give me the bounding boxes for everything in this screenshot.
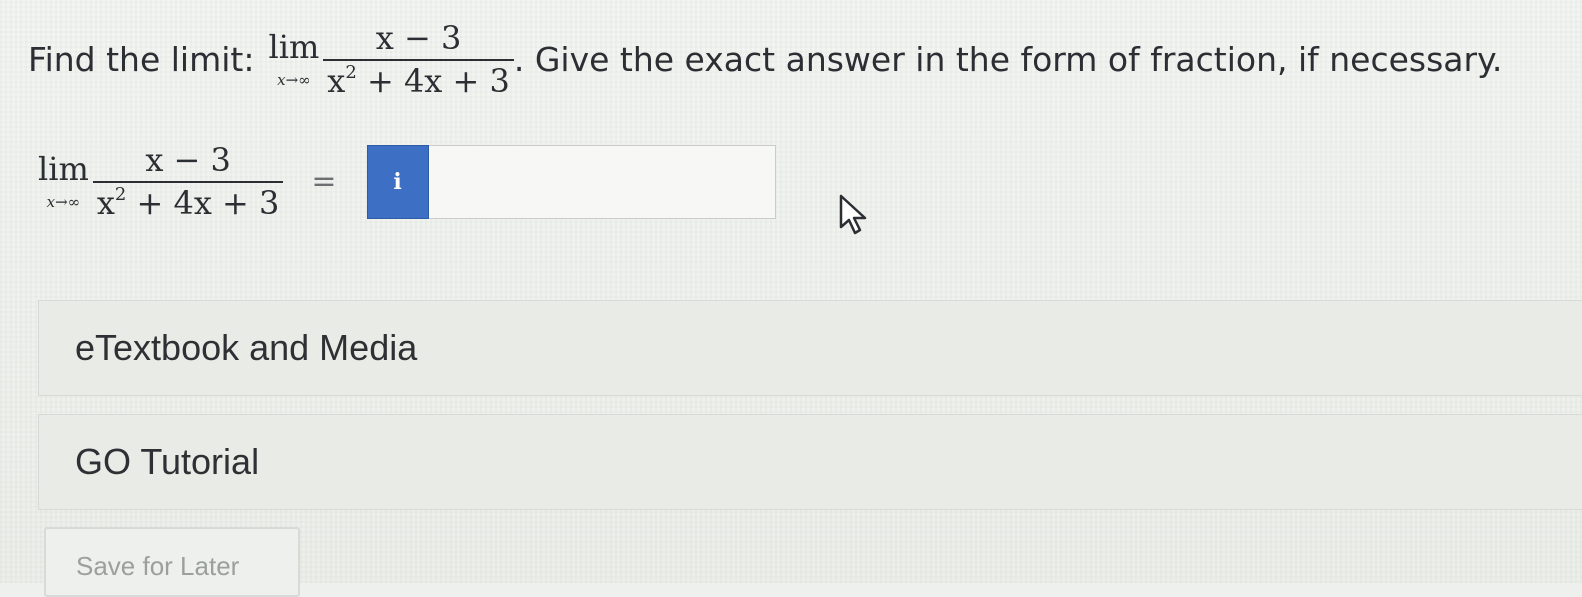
etextbook-media-label: eTextbook and Media — [75, 327, 418, 368]
lim-operator: lim x→∞ — [268, 31, 319, 88]
question-limit-expression: lim x→∞ x − 3 x2 + 4x + 3 — [268, 20, 514, 100]
denominator-base: x — [96, 183, 115, 222]
fraction-bar — [92, 180, 284, 183]
lim-subscript: x→∞ — [46, 193, 81, 212]
fraction: x − 3 x2 + 4x + 3 — [323, 20, 514, 100]
answer-input[interactable] — [428, 144, 776, 219]
info-button[interactable]: i — [366, 144, 429, 219]
etextbook-media-panel[interactable]: eTextbook and Media — [38, 300, 1582, 396]
fraction-numerator: x − 3 — [375, 19, 462, 57]
lim-operator: lim x→∞ — [38, 153, 89, 210]
go-tutorial-panel[interactable]: GO Tutorial — [38, 414, 1582, 510]
info-icon: i — [393, 168, 402, 195]
save-for-later-label: Save for Later — [76, 551, 240, 581]
lim-subscript: x→∞ — [277, 71, 311, 90]
fraction: x − 3 x2 + 4x + 3 — [92, 141, 284, 222]
denominator-rest: + 4x + 3 — [126, 183, 280, 222]
denominator-exponent: 2 — [345, 61, 357, 83]
lim-word: lim — [268, 28, 320, 67]
fraction-denominator: x2 + 4x + 3 — [93, 183, 284, 222]
question-suffix: . Give the exact answer in the form of f… — [513, 40, 1503, 80]
question-prefix: Find the limit: — [28, 40, 255, 80]
answer-input-group: i — [366, 144, 776, 219]
answer-row: lim x→∞ x − 3 x2 + 4x + 3 = i — [38, 142, 776, 222]
fraction-numerator: x − 3 — [145, 141, 231, 179]
denominator-exponent: 2 — [114, 183, 127, 205]
question-prompt: Find the limit: lim x→∞ x − 3 x2 + 4x + … — [28, 20, 1502, 100]
denominator-base: x — [327, 61, 346, 100]
equals-sign: = — [311, 164, 337, 200]
lim-word: lim — [38, 150, 89, 189]
denominator-rest: + 4x + 3 — [356, 61, 510, 100]
mouse-pointer-icon — [839, 194, 867, 235]
fraction-bar — [323, 58, 514, 61]
go-tutorial-label: GO Tutorial — [75, 441, 260, 482]
fraction-denominator: x2 + 4x + 3 — [323, 61, 514, 100]
save-for-later-button[interactable]: Save for Later — [44, 527, 300, 597]
